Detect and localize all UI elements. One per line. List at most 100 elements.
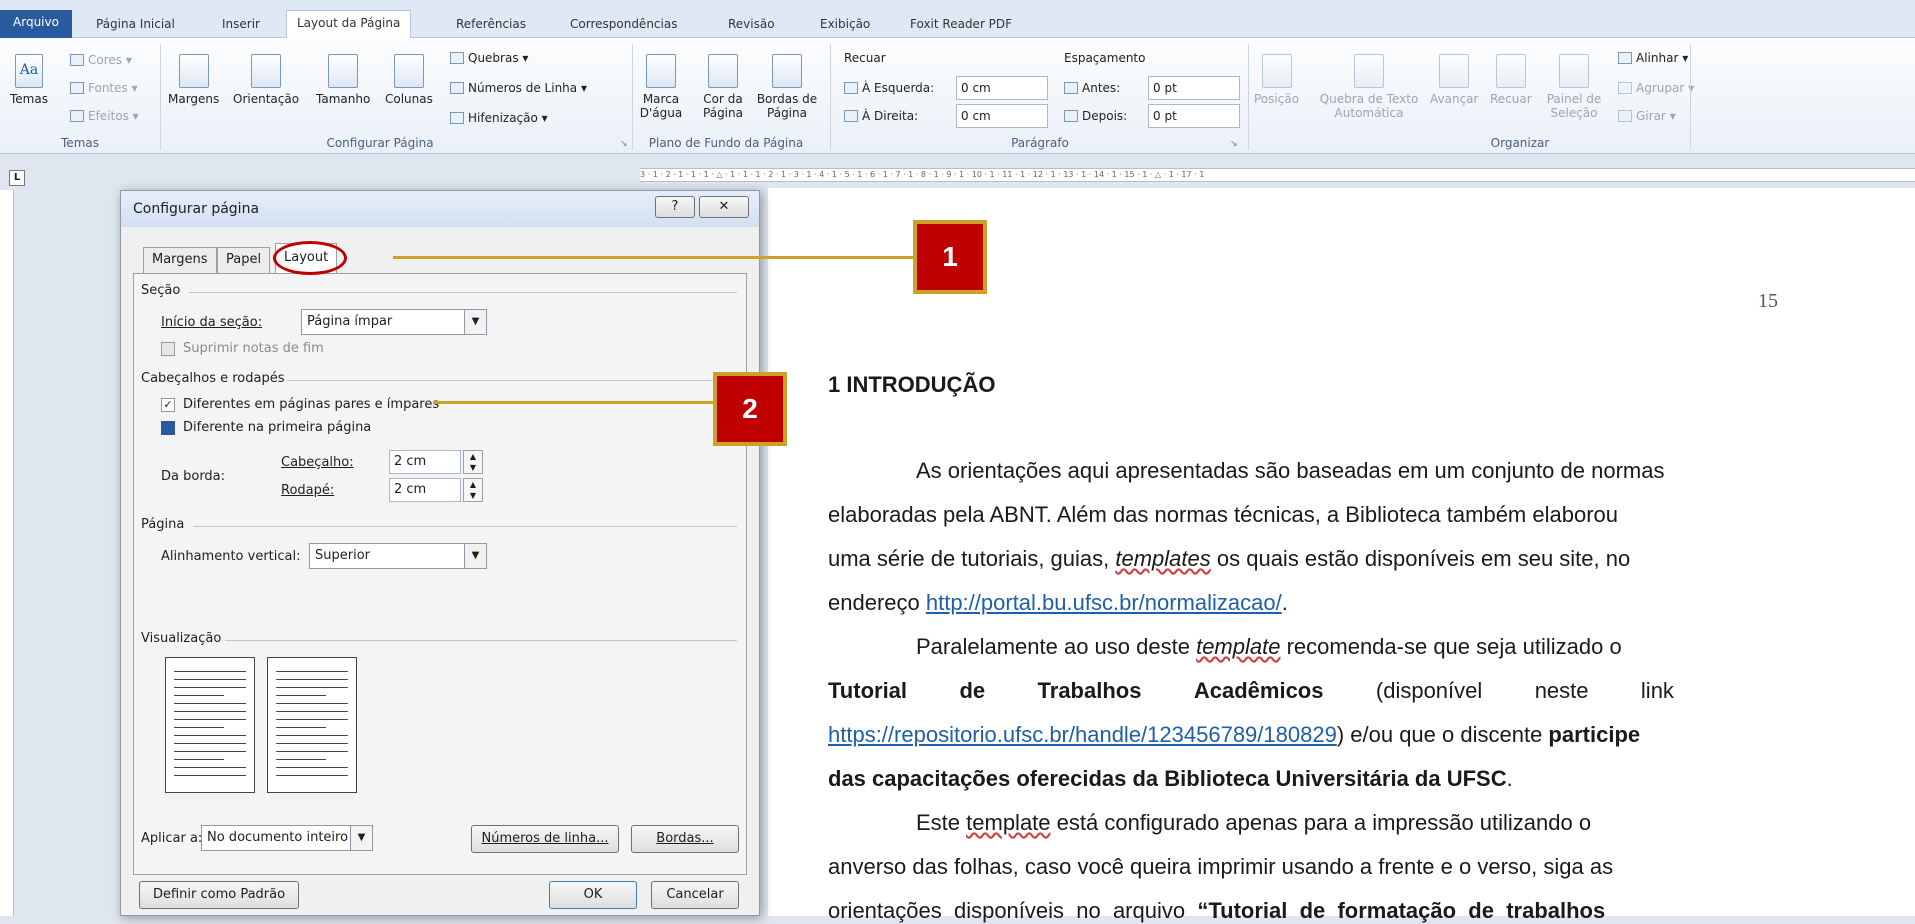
quebra-de-texto-button[interactable]: Quebra de Texto Automática xyxy=(1314,54,1424,120)
numeros-de-linha-button[interactable]: Números de Linha ▾ xyxy=(450,80,587,96)
bordas-button[interactable]: Bordas... xyxy=(631,825,739,853)
section-header-secao: Seção xyxy=(141,283,181,298)
tab-foxit-reader-pdf[interactable]: Foxit Reader PDF xyxy=(900,12,1022,38)
preview-line xyxy=(174,671,246,672)
agrupar-button[interactable]: Agrupar ▾ xyxy=(1618,80,1694,96)
preview-line xyxy=(276,703,348,704)
painel-de-selecao-button[interactable]: Painel de Seleção xyxy=(1544,54,1604,120)
rodape-input[interactable]: 2 cm xyxy=(389,478,461,502)
preview-line xyxy=(276,751,348,752)
efeitos-button[interactable]: Efeitos ▾ xyxy=(70,108,139,124)
paragrafo-launcher-icon[interactable]: ↘ xyxy=(1230,139,1238,149)
group-separator xyxy=(160,44,161,150)
close-button[interactable]: ✕ xyxy=(699,196,749,218)
hifenizacao-button[interactable]: Hifenização ▾ xyxy=(450,110,548,126)
espacamento-depois-input[interactable]: 0 pt xyxy=(1148,104,1240,128)
callout-1: 1 xyxy=(913,220,987,294)
cabecalho-spinner[interactable]: ▲ ▼ xyxy=(463,450,483,474)
callout-2: 2 xyxy=(713,372,787,446)
tab-papel[interactable]: Papel xyxy=(217,247,271,273)
tab-inserir[interactable]: Inserir xyxy=(212,12,270,38)
cabecalho-input[interactable]: 2 cm xyxy=(389,450,461,474)
tamanho-button[interactable]: Tamanho xyxy=(316,54,370,106)
indent-right-icon xyxy=(844,110,858,122)
tab-correspondencias[interactable]: Correspondências xyxy=(560,12,687,38)
tab-revisao[interactable]: Revisão xyxy=(718,12,785,38)
marca-dagua-button[interactable]: Marca D'água xyxy=(632,54,690,120)
recuo-esquerda-input[interactable]: 0 cm xyxy=(956,76,1048,100)
paragraph-line: Tutorial de Trabalhos Acadêmicos (disponível… xyxy=(828,678,1674,703)
aplicar-a-select[interactable]: No documento inteiro ▼ xyxy=(201,825,373,851)
ok-button[interactable]: OK xyxy=(549,881,637,909)
margens-button[interactable]: Margens xyxy=(168,54,219,106)
cores-button[interactable]: Cores ▾ xyxy=(70,52,132,68)
colunas-button[interactable]: Colunas xyxy=(385,54,433,106)
heading-introducao: 1 INTRODUÇÃO xyxy=(828,372,996,397)
tab-pagina-inicial[interactable]: Página Inicial xyxy=(86,12,185,38)
avancar-button[interactable]: Avançar xyxy=(1430,54,1478,106)
recuar-button[interactable]: Recuar xyxy=(1490,54,1532,106)
cancelar-button[interactable]: Cancelar xyxy=(651,881,739,909)
bordas-de-pagina-button[interactable]: Bordas de Página xyxy=(756,54,818,120)
cor-da-pagina-button[interactable]: Cor da Página xyxy=(694,54,752,120)
section-divider xyxy=(287,380,737,381)
preview-line xyxy=(276,735,348,736)
tab-margens[interactable]: Margens xyxy=(143,247,217,273)
tab-selector-button[interactable]: L xyxy=(9,170,25,186)
posicao-button[interactable]: Posição xyxy=(1254,54,1299,106)
alinhamento-vertical-select[interactable]: Superior ▼ xyxy=(309,543,487,569)
repositorio-link[interactable]: https://repositorio.ufsc.br/handle/12345… xyxy=(828,722,1337,747)
colors-icon xyxy=(70,54,84,66)
indent-left-icon xyxy=(844,82,858,94)
size-icon xyxy=(328,54,359,88)
columns-icon xyxy=(393,54,424,88)
fontes-button[interactable]: Fontes ▾ xyxy=(70,80,138,96)
definir-como-padrao-button[interactable]: Definir como Padrão xyxy=(139,881,299,909)
orientacao-button[interactable]: Orientação xyxy=(233,54,299,106)
aplicar-a-label: Aplicar a: xyxy=(141,831,203,846)
help-button[interactable]: ? xyxy=(655,196,695,218)
configurar-pagina-launcher-icon[interactable]: ↘ xyxy=(620,139,628,149)
tab-referencias[interactable]: Referências xyxy=(446,12,536,38)
portal-link[interactable]: http://portal.bu.ufsc.br/normalizacao/ xyxy=(926,590,1282,615)
suprimir-notas-checkbox[interactable] xyxy=(161,342,175,356)
tab-layout-da-pagina[interactable]: Layout da Página xyxy=(286,10,412,39)
diferentes-pares-impares-checkbox[interactable]: ✓ xyxy=(161,398,175,412)
girar-button[interactable]: Girar ▾ xyxy=(1618,108,1676,124)
da-borda-label: Da borda: xyxy=(161,469,226,484)
cabecalho-label: Cabeçalho: xyxy=(281,455,354,470)
numeros-de-linha-button[interactable]: Números de linha... xyxy=(471,825,619,853)
page-borders-icon xyxy=(772,54,802,88)
document-page[interactable]: 15 1 INTRODUÇÃO As orientações aqui apre… xyxy=(768,188,1915,923)
preview-line xyxy=(276,679,348,680)
configurar-pagina-dialog[interactable]: Configurar página ? ✕ Margens Papel Layo… xyxy=(120,190,760,916)
rodape-spinner[interactable]: ▲ ▼ xyxy=(463,478,483,502)
paragraph-line: elaboradas pela ABNT. Além das normas té… xyxy=(828,502,1618,527)
horizontal-ruler[interactable]: 3 · 1 · 2 · 1 · 1 · 1 · △ · 1 · 1 · 1 · … xyxy=(640,168,1915,182)
suprimir-notas-label: Suprimir notas de fim xyxy=(183,341,324,356)
group-label-temas: Temas xyxy=(61,136,99,150)
temas-button[interactable]: Aa Temas xyxy=(10,54,48,106)
text-wrap-icon xyxy=(1354,54,1384,88)
group-label-organizar: Organizar xyxy=(1490,136,1550,150)
page-color-icon xyxy=(708,54,738,88)
diferente-primeira-pagina-checkbox[interactable] xyxy=(161,421,175,435)
preview-line xyxy=(276,719,348,720)
preview-line xyxy=(276,743,348,744)
vertical-ruler[interactable] xyxy=(0,190,14,916)
inicio-secao-select[interactable]: Página ímpar ▼ xyxy=(301,309,487,335)
tab-arquivo[interactable]: Arquivo xyxy=(0,10,72,38)
position-icon xyxy=(1261,54,1292,88)
recuo-direita-input[interactable]: 0 cm xyxy=(956,104,1048,128)
group-icon xyxy=(1618,82,1632,94)
espacamento-antes-input[interactable]: 0 pt xyxy=(1148,76,1240,100)
tab-exibicao[interactable]: Exibição xyxy=(810,12,880,38)
paragraph-line: Este template está configurado apenas pa… xyxy=(916,810,1592,835)
group-separator xyxy=(1248,44,1249,150)
inicio-secao-label: Início da seção: xyxy=(161,315,263,330)
section-header-pagina: Página xyxy=(141,517,185,532)
paragraph-line: As orientações aqui apresentadas são bas… xyxy=(916,458,1665,483)
alinhar-button[interactable]: Alinhar ▾ xyxy=(1618,50,1688,66)
watermark-icon xyxy=(646,54,676,88)
quebras-button[interactable]: Quebras ▾ xyxy=(450,50,528,66)
